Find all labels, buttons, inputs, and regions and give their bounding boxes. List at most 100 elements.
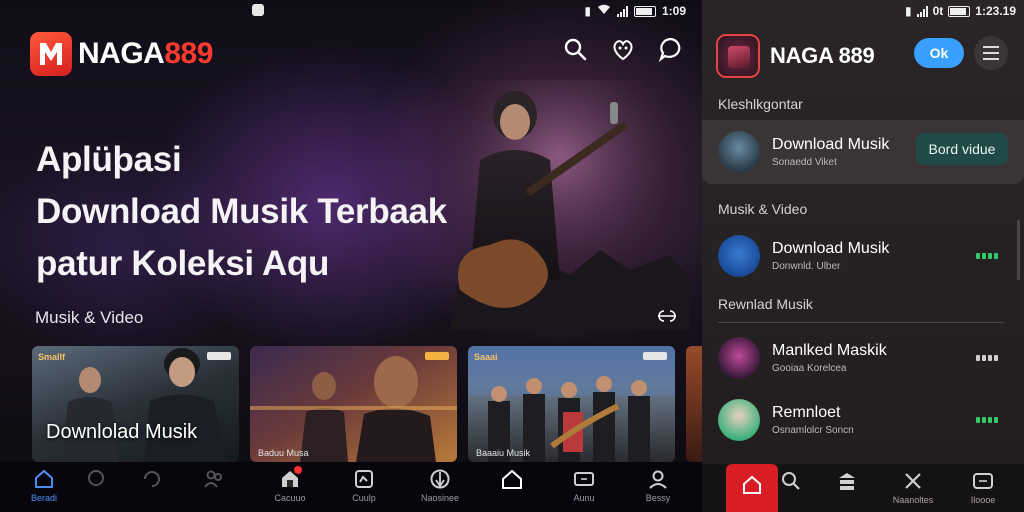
level-indicator xyxy=(976,355,998,361)
search-icon[interactable] xyxy=(562,36,588,62)
profile-icon xyxy=(649,470,667,489)
home-icon xyxy=(743,475,761,494)
nav-item-chat[interactable] xyxy=(66,468,126,493)
system-tray: ▮ 0t 1:23.19 xyxy=(905,4,1016,18)
vibrate-icon: ▮ xyxy=(905,4,912,18)
nav-item-close[interactable]: Naanoltes xyxy=(888,470,938,505)
card-footer: Baaaiu Musik xyxy=(476,448,531,458)
ok-button[interactable]: Ok xyxy=(914,38,964,68)
section-header: Musik & Video xyxy=(35,308,680,329)
item-title: Download Musik xyxy=(772,240,890,257)
system-tray: ▮ 1:09 xyxy=(584,4,686,18)
media-card[interactable]: Saaai Baaaiu Musik xyxy=(468,346,675,462)
nav-item-frame[interactable]: Cuulp xyxy=(334,468,394,503)
clock-text: 1:09 xyxy=(661,4,686,18)
carrier-text: 0t xyxy=(932,4,944,18)
bottom-nav: Naanoltes Iloooe xyxy=(702,464,1024,512)
wifi-icon xyxy=(597,4,611,18)
left-screen: ▮ 1:09 NAGA889 Aplüþasi Download Musik T… xyxy=(0,0,702,512)
menu-icon xyxy=(983,46,999,48)
nav-item-compass[interactable]: Naosinee xyxy=(410,468,470,503)
status-bar: ▮ 0t 1:23.19 xyxy=(702,0,1024,22)
card-title: Downlolad Musik xyxy=(46,421,198,443)
item-subtitle: Osnamlolcr Soncn xyxy=(772,425,854,436)
nav-item-tv[interactable]: Aunu xyxy=(554,468,614,503)
clock-text: 1:23.19 xyxy=(975,4,1016,18)
media-card[interactable]: Baduu Musa xyxy=(250,346,457,462)
vibrate-icon: ▮ xyxy=(584,4,591,18)
right-screen: ▮ 0t 1:23.19 NAGA 889 Ok Kleshlkgontar D… xyxy=(702,0,1024,512)
divider xyxy=(718,322,1004,323)
nav-item-search[interactable] xyxy=(766,470,816,495)
hero-title: Aplüþasi Download Musik Terbaak patur Ko… xyxy=(36,140,447,283)
card-tag: Smallf xyxy=(38,352,66,362)
level-indicator xyxy=(976,253,998,259)
featured-card[interactable]: Download Musik Sonaedd Viket Bord vidue xyxy=(702,120,1024,184)
avatar xyxy=(718,399,760,441)
featured-action-button[interactable]: Bord vidue xyxy=(916,133,1008,165)
level-indicator xyxy=(976,417,998,423)
brand-name: NAGA889 xyxy=(78,37,213,70)
list-item[interactable]: Manlked Maskik Gooiaa Korelcea xyxy=(718,335,1014,381)
avatar xyxy=(718,131,760,173)
media-card[interactable]: Smallf Downlolad Musik xyxy=(32,346,239,462)
list-item[interactable]: Remnloet Osnamlolcr Soncn xyxy=(718,397,1014,443)
scrollbar[interactable] xyxy=(1017,220,1020,280)
battery-icon xyxy=(633,5,656,17)
nav-item-profile[interactable]: Bessy xyxy=(628,468,688,503)
media-carousel: Smallf Downlolad Musik Baduu Musa Saaai xyxy=(32,346,702,462)
brand-logo[interactable]: NAGA889 xyxy=(30,32,213,76)
featured-label: Kleshlkgontar xyxy=(718,96,803,112)
battery-icon xyxy=(948,5,971,17)
nav-item-house[interactable] xyxy=(482,468,542,493)
signal-icon xyxy=(616,5,628,17)
item-subtitle: Sonaedd Viket xyxy=(772,157,837,168)
menu-button[interactable] xyxy=(974,36,1008,70)
nav-item-tv[interactable]: Iloooe xyxy=(958,470,1008,505)
app-logo-icon[interactable] xyxy=(716,34,760,78)
card-badge xyxy=(643,352,667,360)
guitarist-image xyxy=(430,80,690,330)
double-chevron-icon[interactable] xyxy=(654,308,680,329)
chat-icon[interactable] xyxy=(658,36,684,62)
tv-icon xyxy=(973,473,993,489)
card-tag: Saaai xyxy=(474,352,498,362)
item-title: Remnloet xyxy=(772,404,841,421)
card-badge xyxy=(425,352,449,360)
list-item[interactable]: Download Musik Donwnld. Ulber xyxy=(718,233,1014,279)
app-header: NAGA 889 Ok xyxy=(716,34,1012,78)
card-footer: Baduu Musa xyxy=(258,448,309,458)
item-title: Download Musik xyxy=(772,136,890,153)
header-actions xyxy=(562,36,684,62)
chat-icon xyxy=(88,470,104,486)
compass-icon xyxy=(430,469,450,489)
item-subtitle: Gooiaa Korelcea xyxy=(772,363,847,374)
home-icon xyxy=(35,469,53,488)
section-label: Rewnlad Musik xyxy=(718,296,813,312)
section-label: Musik & Video xyxy=(718,201,808,217)
nav-item-people[interactable] xyxy=(184,468,244,493)
close-x-icon xyxy=(905,473,921,489)
people-icon xyxy=(204,470,222,488)
nav-item-home[interactable]: Beradi xyxy=(14,468,74,503)
bottom-nav: Beradi Cacuuo Cuulp Naosinee Aunu Bessy xyxy=(0,462,702,512)
logo-mark-icon xyxy=(30,32,72,76)
status-bar: ▮ 1:09 xyxy=(0,0,702,22)
favorite-icon[interactable] xyxy=(610,36,636,62)
house-outline-icon xyxy=(502,469,522,489)
refresh-icon xyxy=(144,471,160,487)
section-title: Musik & Video xyxy=(35,308,144,327)
card-badge xyxy=(207,352,231,360)
signal-icon xyxy=(916,5,928,17)
avatar xyxy=(718,235,760,277)
notification-badge xyxy=(294,466,302,474)
nav-item-store[interactable]: Cacuuo xyxy=(260,466,320,503)
item-title: Manlked Maskik xyxy=(772,342,887,359)
search-icon xyxy=(782,472,800,490)
nav-item-refresh[interactable] xyxy=(122,468,182,493)
stack-icon xyxy=(839,473,855,490)
app-title: NAGA 889 xyxy=(770,43,875,68)
nav-item-stack[interactable] xyxy=(822,470,872,495)
item-subtitle: Donwnld. Ulber xyxy=(772,261,841,272)
media-card[interactable] xyxy=(686,346,702,462)
